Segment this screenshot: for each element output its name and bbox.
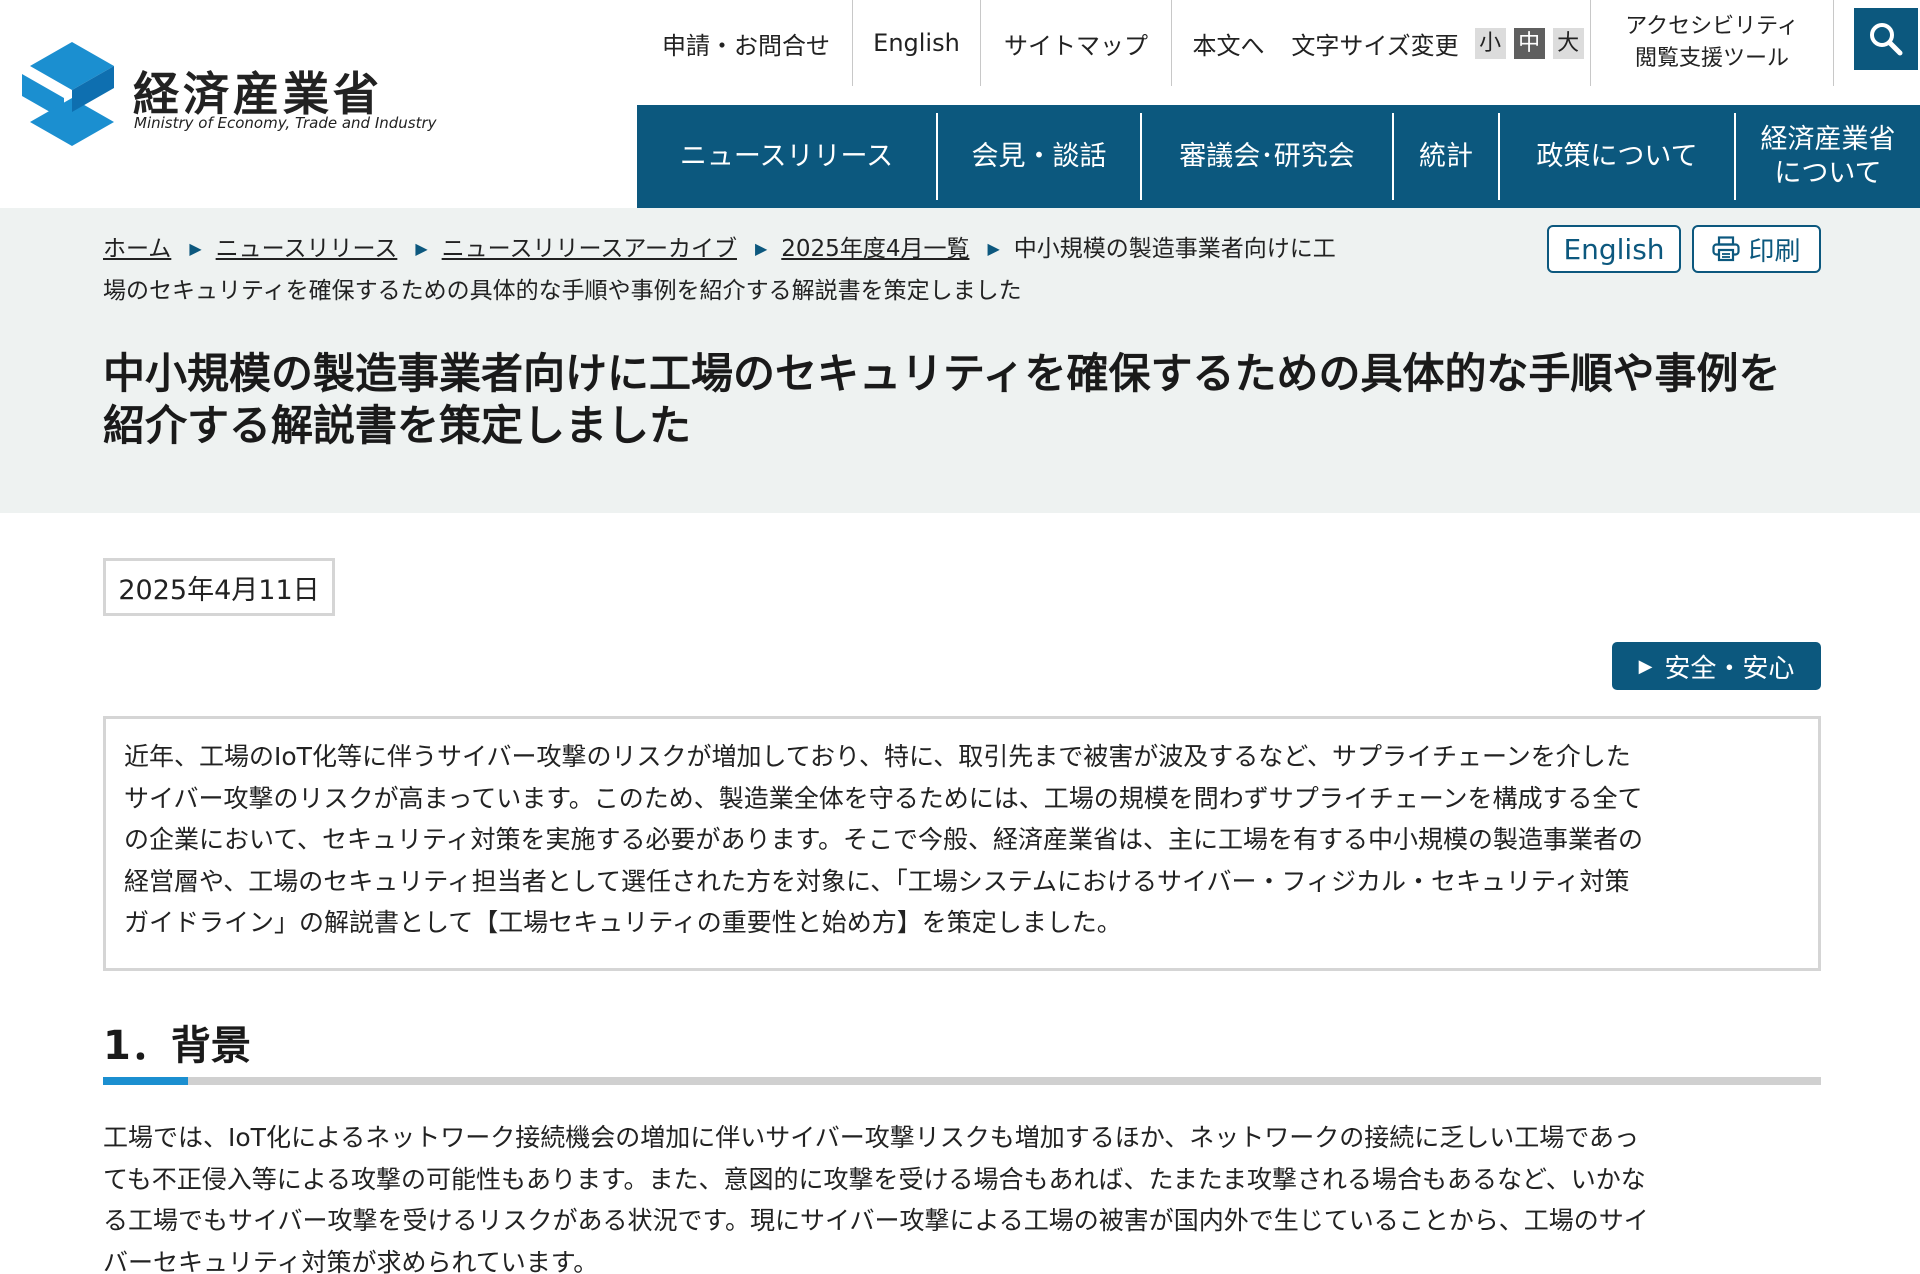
gnav-about-meti[interactable]: 経済産業省 について [1736, 113, 1920, 200]
lead-summary-box: 近年、工場のIoT化等に伴うサイバー攻撃のリスクが増加しており、特に、取引先まで… [103, 716, 1821, 971]
accessibility-line1: アクセシビリティ [1625, 14, 1799, 39]
breadcrumb-arrow-icon: ▶ [415, 239, 428, 258]
breadcrumb-home[interactable]: ホーム [103, 236, 171, 262]
section-body-line: 工場では、IoT化によるネットワーク接続機会の増加に伴いサイバー攻撃リスクも増加… [103, 1123, 1639, 1152]
publish-date: 2025年4月11日 [103, 558, 335, 616]
gnav-press-conference[interactable]: 会見・談話 [938, 113, 1140, 200]
font-size-medium-button[interactable]: 中 [1513, 27, 1545, 59]
print-button[interactable]: 印刷 [1692, 225, 1821, 273]
page-title: 中小規模の製造事業者向けに工場のセキュリティを確保するための具体的な手順や事例を… [103, 348, 1833, 452]
breadcrumb-month-list[interactable]: 2025年度4月一覧 [781, 236, 969, 262]
lead-line: サイバー攻撃のリスクが高まっています。このため、製造業全体を守るためには、工場の… [124, 783, 1643, 813]
section-heading-background: 1．背景 [103, 1023, 251, 1069]
section-body-line: バーセキュリティ対策が求められています。 [103, 1247, 599, 1274]
utility-sitemap-link[interactable]: サイトマップ [981, 0, 1172, 86]
category-tag-label: 安全・安心 [1664, 653, 1795, 684]
triangle-right-icon: ▶ [1638, 655, 1653, 677]
logo-subtitle: Ministry of Economy, Trade and Industry [134, 114, 437, 132]
category-tag[interactable]: ▶ 安全・安心 [1612, 642, 1821, 690]
gnav-policies[interactable]: 政策について [1500, 113, 1734, 200]
breadcrumb-arrow-icon: ▶ [189, 239, 202, 258]
breadcrumb-arrow-icon: ▶ [754, 239, 768, 258]
breadcrumb-news-release[interactable]: ニュースリリース [216, 236, 398, 262]
utility-contact-link[interactable]: 申請・お問合せ [640, 0, 853, 86]
lead-line: 近年、工場のIoT化等に伴うサイバー攻撃のリスクが増加しており、特に、取引先まで… [124, 742, 1631, 771]
title-band: ホーム ▶ ニュースリリース ▶ ニュースリリースアーカイブ ▶ 2025年度4月一覧 ▶ 中小… [0, 208, 1920, 513]
english-page-button[interactable]: English [1547, 225, 1681, 273]
breadcrumb-arrow-icon: ▶ [987, 239, 1000, 258]
utility-english-link[interactable]: English [853, 0, 981, 86]
accessibility-tool-link[interactable]: アクセシビリティ 閲覧支援ツール [1591, 0, 1834, 86]
search-button[interactable] [1854, 8, 1918, 70]
gnav-statistics[interactable]: 統計 [1394, 113, 1498, 200]
breadcrumb-current-cont: 場のセキュリティを確保するための具体的な手順や事例を紹介する解説書を策定しました [103, 278, 1022, 304]
global-nav: ニュースリリース 会見・談話 審議会･研究会 統計 政策について 経済産業省 に… [637, 105, 1920, 208]
breadcrumb: ホーム ▶ ニュースリリース ▶ ニュースリリースアーカイブ ▶ 2025年度4月一覧 ▶ 中小… [103, 228, 1403, 312]
gnav-news-release[interactable]: ニュースリリース [637, 113, 936, 200]
section-heading-rule [103, 1077, 1821, 1085]
skip-to-main-link[interactable]: 本文へ [1172, 0, 1285, 86]
print-label: 印刷 [1748, 236, 1801, 267]
gnav-about-line1: 経済産業省 [1760, 123, 1896, 155]
lead-line: ガイドライン」の解説書として【工場セキュリティの重要性と始め方】を策定しました。 [124, 908, 1122, 937]
site-logo[interactable]: 経済産業省 Ministry of Economy, Trade and Ind… [20, 40, 440, 150]
section-heading-accent [103, 1077, 188, 1085]
font-size-small-button[interactable]: 小 [1474, 27, 1506, 59]
section-body-line: ても不正侵入等による攻撃の可能性もあります。また、意図的に攻撃を受ける場合もあれ… [103, 1164, 1646, 1194]
breadcrumb-current: 中小規模の製造事業者向けに工 [1013, 236, 1336, 262]
page-title-line2: 紹介する解説書を策定しました [103, 401, 692, 450]
section-body-line: る工場でもサイバー攻撃を受けるリスクがある状況です。現にサイバー攻撃による工場の… [103, 1206, 1649, 1235]
font-size-large-button[interactable]: 大 [1552, 27, 1584, 59]
page-title-line1: 中小規模の製造事業者向けに工場のセキュリティを確保するための具体的な手順や事例を [103, 349, 1781, 398]
section-body: 工場では、IoT化によるネットワーク接続機会の増加に伴いサイバー攻撃リスクも増加… [103, 1117, 1821, 1274]
lead-line: 経営層や、工場のセキュリティ担当者として選任された方を対象に、「工場システムにお… [124, 866, 1630, 896]
search-icon [1870, 23, 1903, 56]
printer-icon [1712, 236, 1741, 262]
gnav-about-line2: について [1774, 157, 1882, 189]
site-header: 経済産業省 Ministry of Economy, Trade and Ind… [0, 0, 1920, 208]
gnav-councils[interactable]: 審議会･研究会 [1142, 113, 1392, 200]
font-size-label: 文字サイズ変更 [1291, 31, 1459, 60]
meti-logo-icon [22, 42, 114, 146]
font-size-switcher: 文字サイズ変更 小 中 大 [1285, 0, 1591, 86]
accessibility-line2: 閲覧支援ツール [1634, 46, 1789, 71]
breadcrumb-archive[interactable]: ニュースリリースアーカイブ [442, 236, 737, 262]
lead-line: の企業において、セキュリティ対策を実施する必要があります。そこで今般、経済産業省… [124, 825, 1644, 854]
